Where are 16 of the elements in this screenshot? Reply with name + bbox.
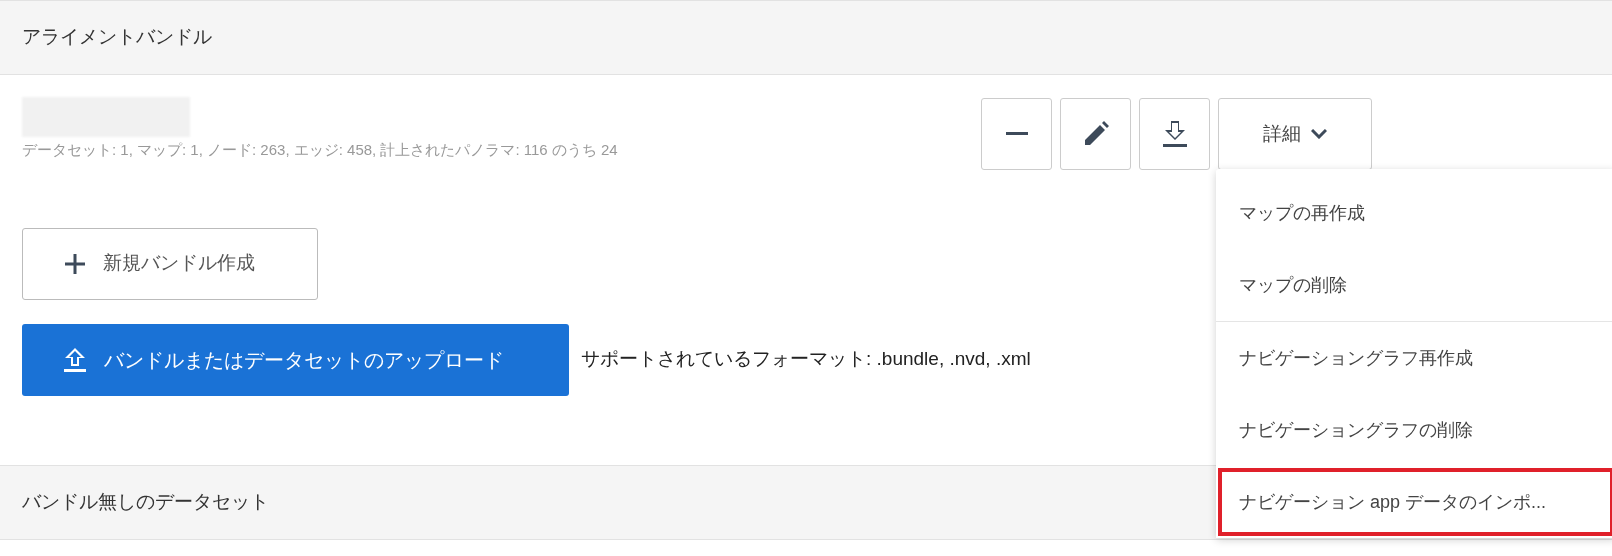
new-bundle-button[interactable]: 新規バンドル作成 — [22, 227, 318, 300]
menu-item[interactable]: ナビゲーション app データのインポ... — [1216, 466, 1612, 538]
download-icon — [1162, 121, 1187, 147]
download-button[interactable] — [1139, 98, 1210, 170]
upload-button[interactable]: バンドルまたはデータセットのアップロード — [22, 323, 569, 396]
bundle-stats: データセット: 1, マップ: 1, ノード: 263, エッジ: 458, 計上されたパノラマ: 116 のうち 24 — [22, 140, 619, 160]
section-title: アライメントバンドル — [22, 25, 212, 50]
pencil-icon — [1082, 121, 1109, 147]
plus-icon — [65, 253, 85, 274]
minus-icon — [1005, 132, 1028, 136]
chevron-down-icon — [1311, 129, 1327, 139]
details-button[interactable]: 詳細 — [1218, 98, 1372, 170]
section-title: バンドル無しのデータセット — [22, 490, 269, 515]
formats-note: サポートされているフォーマット: .bundle, .nvd, .xml — [581, 347, 1031, 372]
upload-icon — [64, 347, 86, 372]
edit-button[interactable] — [1060, 98, 1131, 170]
